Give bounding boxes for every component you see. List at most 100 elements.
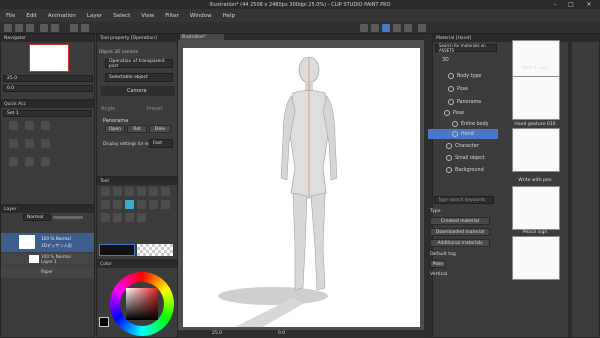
material-thumbnail[interactable] [512,128,560,172]
tool-icon-5[interactable] [149,187,158,196]
fill-icon[interactable] [418,24,426,32]
menu-filter[interactable]: Filter [165,13,179,19]
redo-icon[interactable] [51,24,59,32]
subtool-icon-6[interactable] [41,139,50,148]
tree-small-object[interactable]: Small object [446,155,485,161]
close-icon[interactable]: ✕ [582,0,596,9]
operation-select[interactable]: Operation of transparent part [105,59,173,69]
subtool-icon-9[interactable] [41,157,50,166]
tag-pose[interactable]: Pose [430,260,446,268]
type-additional[interactable]: Additional materials [430,239,490,247]
menu-layer[interactable]: Layer [87,13,102,19]
tree-entire-body[interactable]: Entire body [452,121,489,127]
canvas-page[interactable] [183,48,420,338]
tool-icon-8[interactable] [113,200,122,209]
save-icon[interactable] [26,24,34,32]
material-thumbnail[interactable] [512,186,560,230]
open-button[interactable]: Open [105,125,125,133]
menu-animation[interactable]: Animation [48,13,76,19]
tool-icon-14[interactable] [113,213,122,222]
pen-icon[interactable] [382,24,390,32]
eraser-icon[interactable] [404,24,412,32]
tool-icon-13[interactable] [101,213,110,222]
figure-3d-model[interactable] [183,48,420,338]
menu-help[interactable]: Help [223,13,236,19]
subtool-icon-5[interactable] [25,139,34,148]
tool-icon-6[interactable] [161,187,170,196]
navigator-zoom[interactable]: 25.0 [3,75,93,82]
type-created[interactable]: Created material [430,217,490,225]
tree-3d[interactable]: 3D [442,58,449,63]
subtool-set[interactable]: Set 1 [3,110,91,117]
selectable-select[interactable]: Selectable object [105,73,173,82]
tree-entire-body-label: Entire body [461,121,489,127]
material-scrollbar[interactable] [568,40,572,338]
sub-color-swatch[interactable] [137,244,173,256]
subtool-icon-4[interactable] [9,139,18,148]
tree-character[interactable]: Character [446,143,479,149]
subtool-icon-3[interactable] [41,121,50,130]
menu-view[interactable]: View [141,13,154,19]
layer-row[interactable]: Paper [1,266,94,278]
menu-edit[interactable]: Edit [26,13,37,19]
tool-icon-1[interactable] [101,187,110,196]
tree-panorama[interactable]: Panorama [448,99,481,105]
material-thumbnail[interactable] [512,236,560,280]
navigator-angle-value: 0.0 [7,86,15,91]
tool-icon-3[interactable] [125,187,134,196]
menu-select[interactable]: Select [113,13,130,19]
main-color-swatch[interactable] [99,244,135,256]
tree-body-type-label: Body type [457,73,482,79]
camera-row[interactable]: Camera [101,86,175,96]
transform-icon[interactable] [81,24,89,32]
ruler-snap-icon[interactable] [371,24,379,32]
color-indicator[interactable] [99,317,109,327]
navigator-preview[interactable] [29,44,69,72]
type-downloaded[interactable]: Downloaded material [430,228,490,236]
layer-row[interactable]: 100 % Normal Layer 1 [1,253,94,265]
tree-body-type[interactable]: Body type [448,73,481,79]
menu-window[interactable]: Window [190,13,212,19]
tool-icon-16[interactable] [137,213,146,222]
tree-background[interactable]: Background [446,167,484,173]
command-bar [0,22,600,34]
undo-icon[interactable] [40,24,48,32]
clear-icon[interactable] [70,24,78,32]
material-thumbnail[interactable] [512,76,560,120]
tool-icon-7[interactable] [101,200,110,209]
tool-icon-9[interactable] [125,200,134,209]
layer-row[interactable]: 100 % Normal 3Dデッサン人形 [1,233,94,252]
blend-mode-select[interactable]: Normal [23,214,51,221]
open-icon[interactable] [15,24,23,32]
hand-icon [452,131,458,137]
tree-hand[interactable]: Hand [428,129,498,139]
snap-icon[interactable] [360,24,368,32]
minimize-icon[interactable]: – [548,0,562,9]
tree-pose-primitive[interactable]: Pose [448,86,468,92]
tool-icon-4[interactable] [137,187,146,196]
tool-icon-10[interactable] [137,200,146,209]
object-tab[interactable]: Object 3D camera [99,50,138,55]
navigator-angle[interactable]: 0.0 [3,85,93,92]
keyword-search-input[interactable]: Type search keywords [434,196,494,204]
assets-search[interactable]: Search for materials on ASSETS [435,43,497,53]
subtool-icon-7[interactable] [9,157,18,166]
menu-file[interactable]: File [6,13,15,19]
color-square[interactable] [126,288,158,320]
tool-icon-12[interactable] [161,200,170,209]
subtool-icon-8[interactable] [25,157,34,166]
coord-value: 0.0 [278,331,286,336]
tree-pose[interactable]: Pose [444,110,464,116]
maximize-icon[interactable]: □ [564,0,578,9]
tool-icon-2[interactable] [113,187,122,196]
subtool-icon-2[interactable] [25,121,34,130]
new-icon[interactable] [4,24,12,32]
opacity-slider[interactable] [53,216,83,219]
tool-icon-15[interactable] [125,213,134,222]
delete-button[interactable]: Dele [149,125,171,133]
display-select[interactable]: Fast [149,139,173,148]
subtool-icon-1[interactable] [9,121,18,130]
rotate-button[interactable]: Rot [127,125,147,133]
tool-icon-11[interactable] [149,200,158,209]
brush-icon[interactable] [393,24,401,32]
